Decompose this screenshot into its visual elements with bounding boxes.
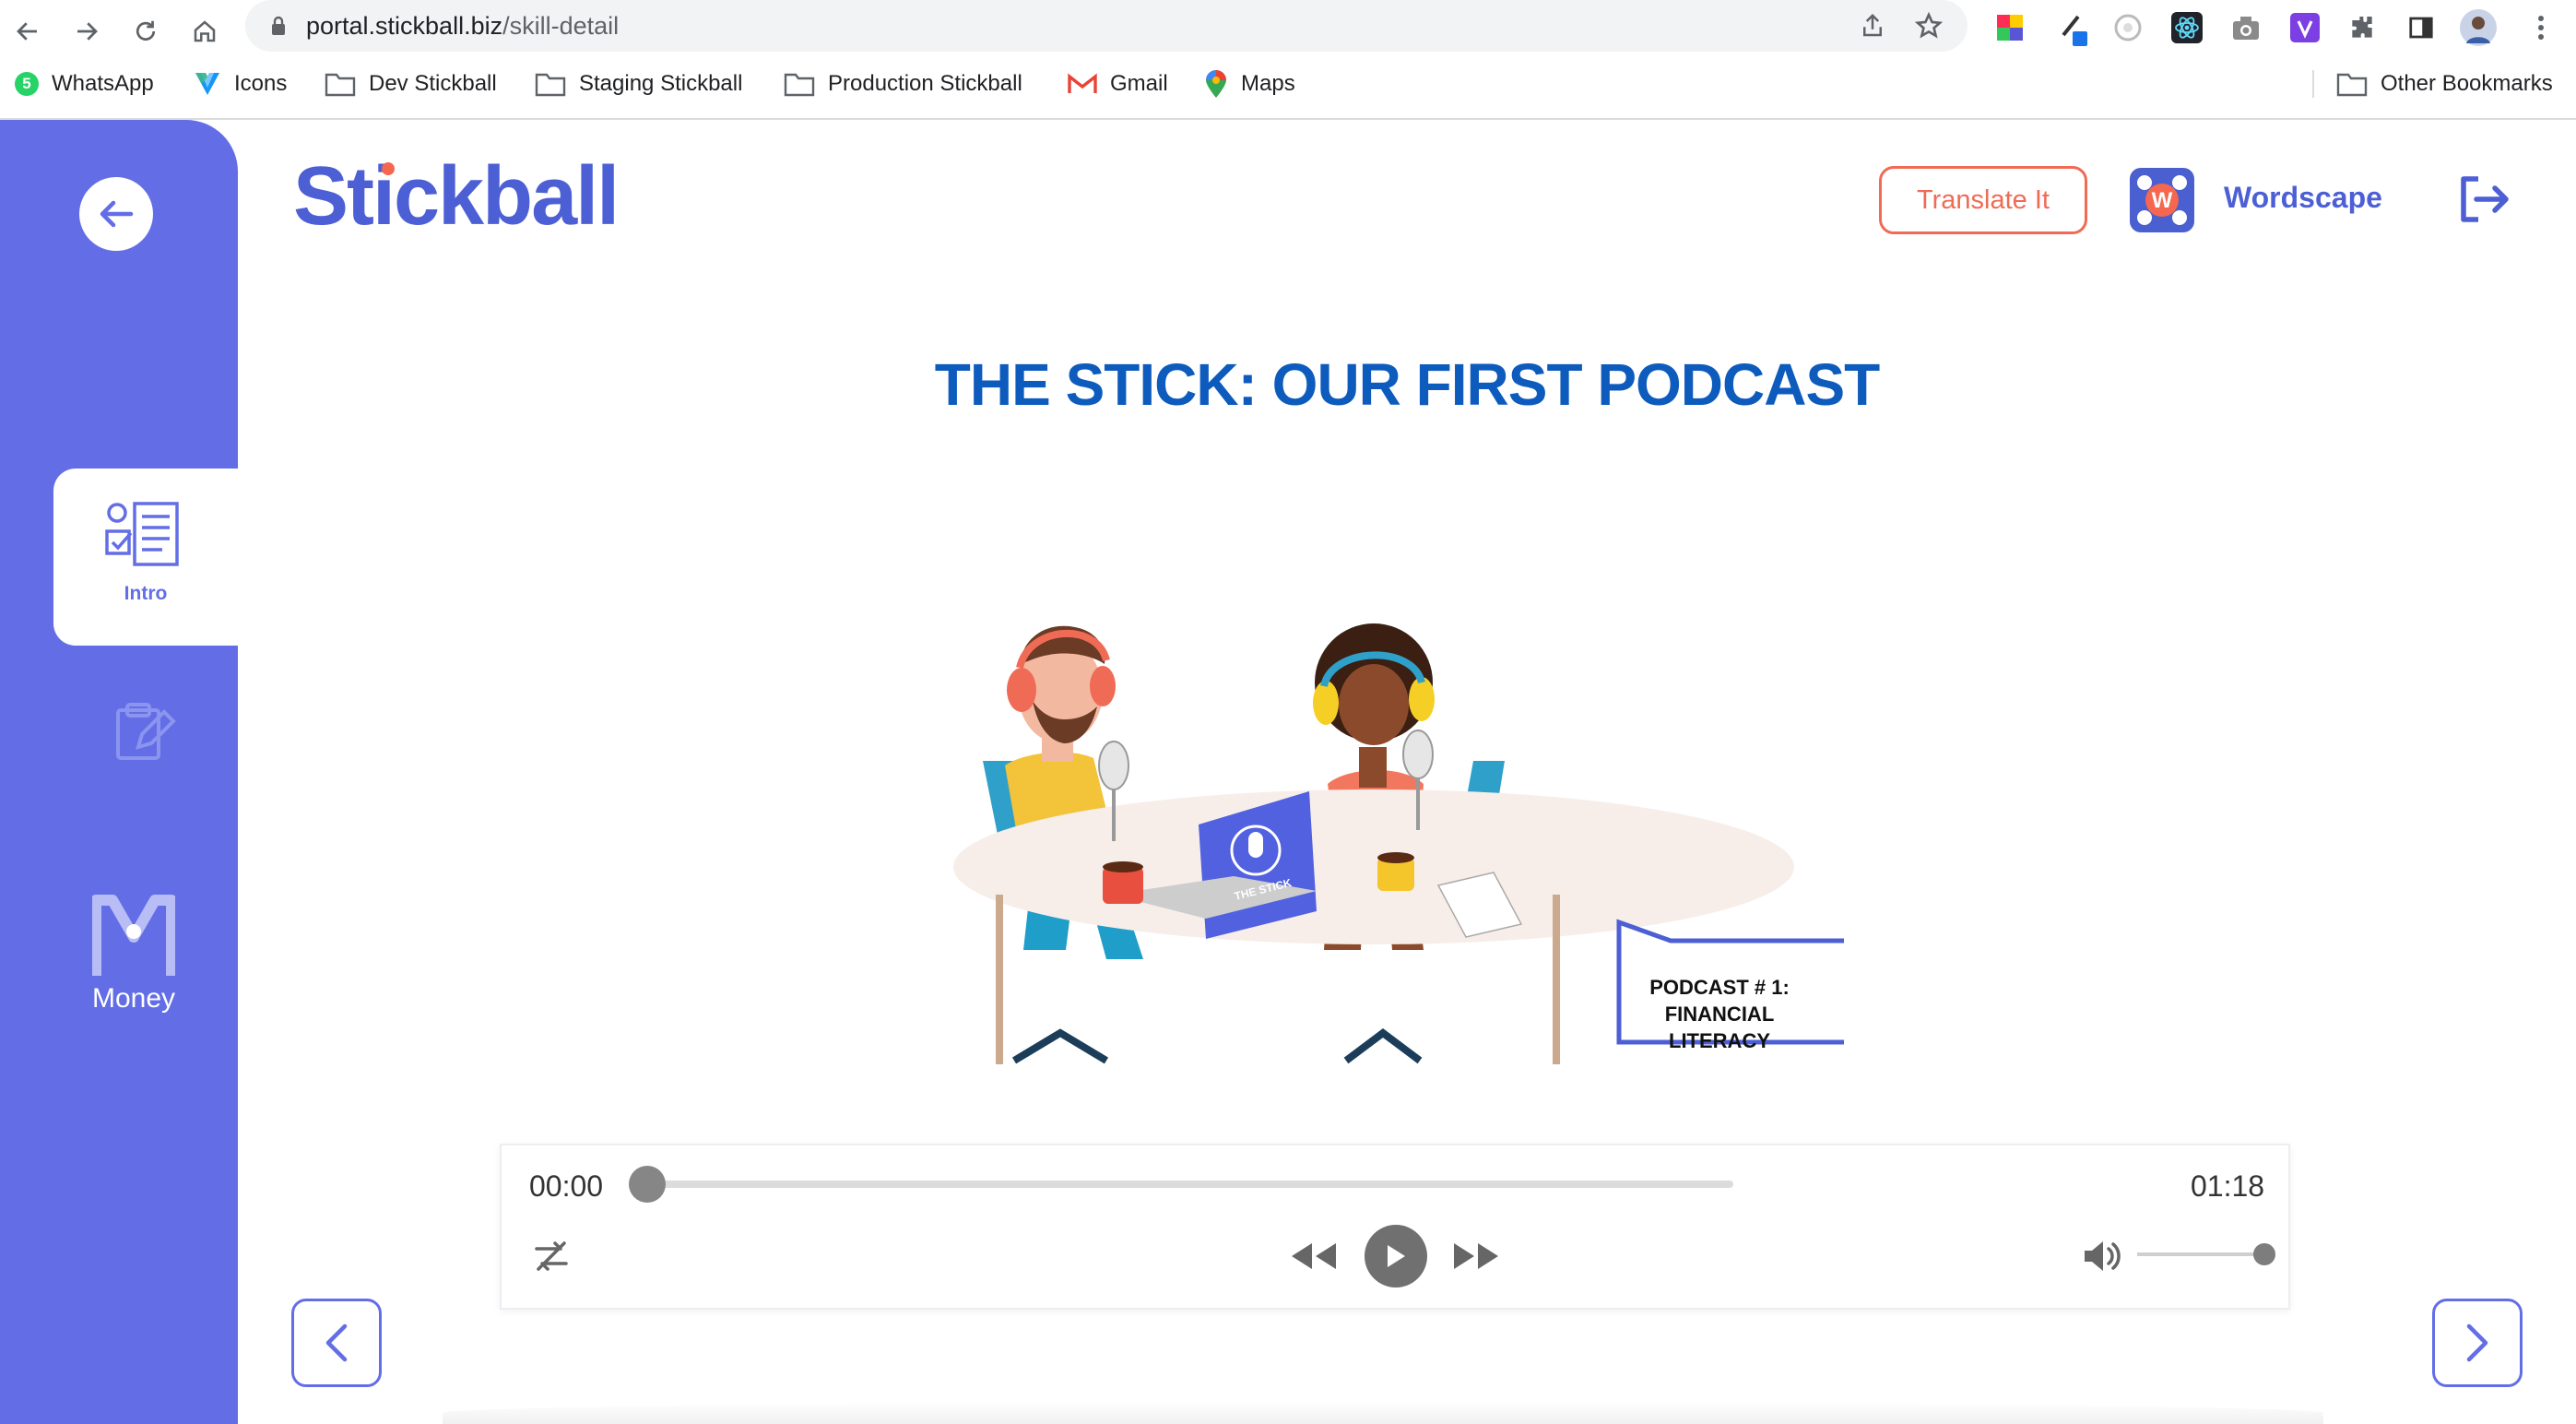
bookmark-whatsapp[interactable]: 5 WhatsApp <box>15 65 154 103</box>
checklist-icon <box>103 502 181 570</box>
side-panel-icon[interactable] <box>2401 7 2441 48</box>
callout-line: PODCAST # 1: <box>1649 976 1790 999</box>
vuetify-icon <box>194 71 221 97</box>
progress-track[interactable] <box>647 1181 1733 1188</box>
bookmark-icons[interactable]: Icons <box>194 65 287 103</box>
wordscape-link[interactable]: Wordscape <box>2224 181 2382 215</box>
shuffle-icon[interactable] <box>531 1236 572 1276</box>
bookmark-star-icon[interactable] <box>1914 11 1944 41</box>
duration-time: 01:18 <box>2191 1169 2265 1203</box>
previous-page-button[interactable] <box>291 1299 382 1387</box>
wordscape-icon[interactable]: W <box>2130 168 2194 232</box>
sidebar: Intro Money <box>0 120 238 1424</box>
bookmark-label: Other Bookmarks <box>2381 71 2553 96</box>
rewind-icon[interactable] <box>1287 1236 1339 1276</box>
audio-player: 00:00 01:18 <box>500 1144 2290 1310</box>
gmail-icon <box>1068 73 1097 95</box>
chevron-left-icon <box>323 1323 350 1363</box>
extensions-puzzle-icon[interactable] <box>2342 7 2382 48</box>
bookmark-label: Gmail <box>1110 71 1168 96</box>
share-icon[interactable] <box>1859 11 1886 41</box>
bookmark-label: Dev Stickball <box>369 71 497 96</box>
callout-line: LITERACY <box>1669 1029 1770 1052</box>
address-bar[interactable]: portal.stickball.biz/skill-detail <box>245 0 1967 52</box>
clipboard-edit-icon <box>114 703 177 762</box>
volume-handle[interactable] <box>2253 1243 2275 1265</box>
whatsapp-icon: 5 <box>15 72 39 96</box>
browser-chrome: portal.stickball.biz/skill-detail 5 What… <box>0 0 2576 120</box>
stickball-logo[interactable]: Stickball <box>293 155 620 238</box>
sidebar-item-intro[interactable]: Intro <box>53 469 238 646</box>
bookmark-label: Maps <box>1241 71 1295 96</box>
translate-button[interactable]: Translate It <box>1879 166 2087 234</box>
camera-extension-icon[interactable] <box>2226 7 2266 48</box>
play-icon <box>1385 1243 1407 1269</box>
react-devtools-icon[interactable] <box>2167 7 2207 48</box>
logout-icon[interactable] <box>2456 172 2511 227</box>
play-button[interactable] <box>1365 1225 1427 1288</box>
back-button[interactable] <box>79 177 153 251</box>
volume-icon[interactable] <box>2080 1236 2122 1276</box>
reload-icon[interactable] <box>122 7 170 55</box>
home-icon[interactable] <box>181 7 229 55</box>
bookmark-gmail[interactable]: Gmail <box>1068 65 1168 103</box>
timer-extension-icon[interactable] <box>2108 7 2148 48</box>
bottom-panel-edge <box>443 1402 2323 1424</box>
money-logo-icon <box>92 895 175 979</box>
back-arrow-icon[interactable] <box>4 7 52 55</box>
sidebar-item-notes[interactable] <box>114 703 177 762</box>
forward-arrow-icon[interactable] <box>63 7 111 55</box>
folder-icon <box>784 71 815 97</box>
svg-text:W: W <box>2152 188 2173 213</box>
arrow-left-icon <box>98 198 135 230</box>
bookmark-other-bookmarks[interactable]: Other Bookmarks <box>2336 65 2553 103</box>
folder-icon <box>325 71 356 97</box>
progress-handle[interactable] <box>629 1166 666 1203</box>
folder-icon <box>535 71 566 97</box>
sidebar-item-label: Money <box>91 983 176 1014</box>
sidebar-item-label: Intro <box>124 583 168 604</box>
url-host: portal.stickball.biz <box>306 11 503 40</box>
podcast-callout: PODCAST # 1: FINANCIAL LITERACY <box>1619 974 1820 1054</box>
v-extension-icon[interactable] <box>2285 7 2325 48</box>
bookmark-label: Staging Stickball <box>579 71 743 96</box>
chrome-menu-icon[interactable] <box>2521 7 2561 48</box>
page-title: THE STICK: OUR FIRST PODCAST <box>934 351 1880 418</box>
eyedropper-extension-icon[interactable] <box>2054 7 2095 48</box>
url-path: /skill-detail <box>502 11 620 40</box>
lock-icon <box>269 15 288 37</box>
url-text[interactable]: portal.stickball.biz/skill-detail <box>306 12 619 41</box>
sidebar-item-money[interactable]: Money <box>55 895 212 1014</box>
color-extension-icon[interactable] <box>1990 7 2030 48</box>
bookmark-label: Production Stickball <box>828 71 1022 96</box>
bookmarks-divider <box>2312 70 2314 98</box>
volume-track[interactable] <box>2137 1252 2266 1256</box>
bookmark-label: Icons <box>234 71 288 96</box>
bookmark-maps[interactable]: Maps <box>1204 65 1295 103</box>
bookmark-staging-stickball[interactable]: Staging Stickball <box>535 65 742 103</box>
fast-forward-icon[interactable] <box>1451 1236 1503 1276</box>
bookmark-production-stickball[interactable]: Production Stickball <box>784 65 1022 103</box>
next-page-button[interactable] <box>2432 1299 2523 1387</box>
bookmark-label: WhatsApp <box>52 71 154 96</box>
folder-icon <box>2336 71 2368 97</box>
logo-dot <box>382 162 395 175</box>
callout-line: FINANCIAL <box>1664 1003 1775 1026</box>
maps-pin-icon <box>1204 69 1228 99</box>
chevron-right-icon <box>2464 1323 2491 1363</box>
profile-avatar[interactable] <box>2458 7 2499 48</box>
current-time: 00:00 <box>529 1169 604 1203</box>
bookmark-dev-stickball[interactable]: Dev Stickball <box>325 65 497 103</box>
